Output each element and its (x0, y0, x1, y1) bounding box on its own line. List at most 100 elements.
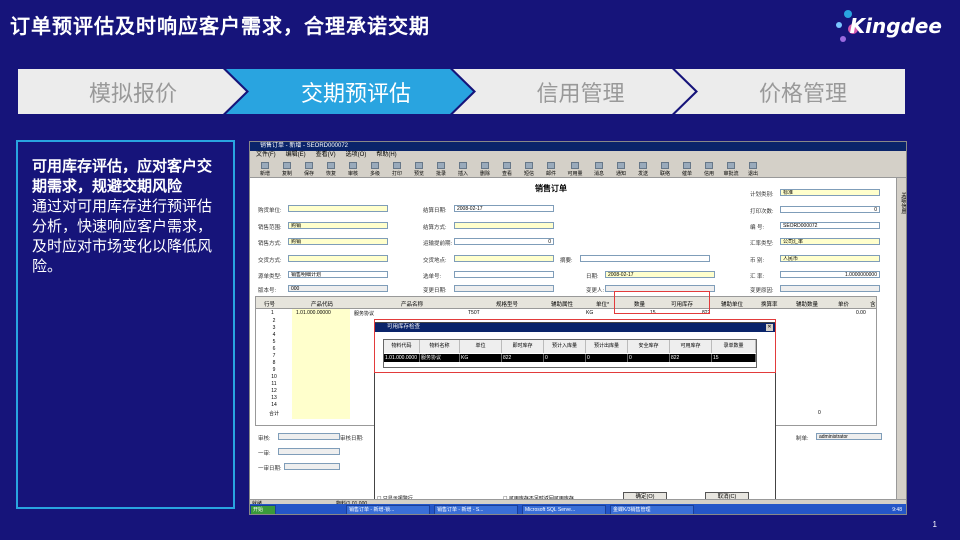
summary-label: 摘要: (560, 258, 573, 264)
col-line-no: 行号 (264, 302, 276, 308)
toolbar-multi[interactable]: 多级 (364, 160, 386, 177)
toolbar-new[interactable]: 新增 (254, 160, 276, 177)
grid-header: 行号 产品代码 产品名称 规格型号 辅助属性 单位* 数量 可用库存 辅助单位 … (256, 297, 876, 309)
deliver-days-label: 运输提前期: (423, 241, 453, 247)
select-field[interactable] (454, 271, 554, 278)
slide-title: 订单预评估及时响应客户需求，合理承诺交期 (10, 14, 430, 38)
col-price: 单价 (838, 302, 850, 308)
source-type-field[interactable]: 销售明细计划 (288, 271, 388, 278)
side-panel[interactable]: 关联信息 (896, 178, 906, 499)
row-number: 9 (272, 367, 276, 373)
toolbar-send[interactable]: 发送 (632, 160, 654, 177)
maker-label: 制单: (796, 436, 809, 442)
toolbar-contact[interactable]: 联络 (654, 160, 676, 177)
print-count-field[interactable]: 0 (780, 206, 880, 213)
date2-field[interactable]: 2008-02-17 (605, 271, 715, 278)
rate-type-field[interactable]: 公司汇率 (780, 238, 880, 245)
deliver-days-field[interactable]: 0 (454, 238, 554, 245)
toolbar-copy[interactable]: 复制 (276, 160, 298, 177)
summary-field[interactable] (580, 255, 710, 262)
auditor-field (278, 433, 340, 440)
table-row[interactable]: 1 1.01.000.00000 服务协议 T50T KG 15 822 0.0… (256, 310, 876, 317)
date-field[interactable]: 2008-02-17 (454, 205, 554, 212)
row-number: 13 (271, 395, 277, 401)
plan-type-field[interactable]: 标准 (780, 189, 880, 196)
toolbar-view[interactable]: 查看 (496, 160, 518, 177)
taskbar: 开始 销售订单 - 新增-锁... 销售订单 - 新增 - S... Micro… (250, 504, 906, 514)
maker-field: administrator (816, 433, 882, 440)
side-label: 关联信息 (900, 192, 906, 214)
toolbar-restore[interactable]: 恢复 (320, 160, 342, 177)
rate-field[interactable]: 1.0000000000 (780, 271, 880, 278)
deliver-place-label: 交货地点: (423, 258, 447, 264)
toolbar-delete[interactable]: 删除 (474, 160, 496, 177)
total-label: 合计 (268, 411, 279, 417)
task-item[interactable]: 销售订单 - 新增 - S... (434, 505, 518, 514)
step-mock-quote[interactable]: 模拟报价 (38, 69, 228, 114)
rate-type-label: 汇率类型: (750, 241, 774, 247)
buyer-label: 购货单位: (258, 208, 282, 214)
toolbar-notice[interactable]: 通知 (610, 160, 632, 177)
date2-label: 日期: (586, 274, 599, 280)
change-reason-label: 变更原因: (750, 288, 774, 294)
version-label: 版本号: (258, 288, 277, 294)
sales-range-field[interactable]: 购销 (288, 222, 388, 229)
dialog-highlight (374, 319, 776, 373)
first-audit-label: 一审: (258, 451, 271, 457)
row-number: 8 (272, 360, 276, 366)
menu-bar: 文件(F) 编辑(E) 查看(V) 选项(O) 帮助(H) (250, 151, 906, 160)
sales-range-label: 销售范围: (258, 225, 282, 231)
deliver-method-label: 交货方式: (258, 258, 282, 264)
menu-help[interactable]: 帮助(H) (376, 151, 396, 160)
description-panel: 可用库存评估，应对客户交期需求，规避交期风险 通过对可用库存进行预评估分析，快速… (16, 140, 235, 509)
row-number: 12 (271, 388, 277, 394)
toolbar-save[interactable]: 保存 (298, 160, 320, 177)
menu-options[interactable]: 选项(O) (346, 151, 367, 160)
number-label: 编 号: (750, 225, 765, 231)
col-conversion: 换算率 (761, 302, 778, 308)
window-title: 销售订单 - 新增 - SEORD000072 (250, 142, 906, 151)
menu-view[interactable]: 查看(V) (316, 151, 336, 160)
toolbar-preview[interactable]: 预览 (408, 160, 430, 177)
first-audit-date-field (284, 463, 340, 470)
process-steps: 模拟报价 交期预评估 信用管理 价格管理 (18, 69, 905, 114)
currency-field[interactable]: 人民币 (780, 255, 880, 262)
toolbar-remind[interactable]: 催单 (676, 160, 698, 177)
clock: 9:48 (892, 507, 902, 513)
task-item[interactable]: 金蝶K/3销售管理 (610, 505, 694, 514)
task-item[interactable]: 销售订单 - 新增-锁... (346, 505, 430, 514)
currency-label: 币 别: (750, 258, 765, 264)
deliver-method-field[interactable] (288, 255, 388, 262)
toolbar-audit[interactable]: 审核 (342, 160, 364, 177)
sales-method-field[interactable]: 购销 (288, 238, 388, 245)
col-product-name: 产品名称 (401, 302, 424, 308)
toolbar-credit[interactable]: 信用 (698, 160, 720, 177)
deliver-place-field[interactable] (454, 255, 554, 262)
buyer-field[interactable] (288, 205, 388, 212)
toolbar-availability[interactable]: 可用量 (562, 160, 588, 177)
number-field[interactable]: SEORD000072 (780, 222, 880, 229)
menu-file[interactable]: 文件(F) (256, 151, 276, 160)
toolbar-exit[interactable]: 退出 (742, 160, 764, 177)
toolbar-batch[interactable]: 批录 (430, 160, 452, 177)
erp-screenshot: 销售订单 - 新增 - SEORD000072 文件(F) 编辑(E) 查看(V… (249, 141, 907, 515)
row-number: 2 (272, 318, 276, 324)
step-credit-mgmt[interactable]: 信用管理 (483, 69, 678, 114)
toolbar-sms[interactable]: 短信 (518, 160, 540, 177)
audit-date-label: 审核日期: (340, 436, 364, 442)
toolbar-print[interactable]: 打印 (386, 160, 408, 177)
change-date-field (454, 285, 554, 292)
toolbar-workflow[interactable]: 审批流 (720, 160, 742, 177)
toolbar-insert[interactable]: 插入 (452, 160, 474, 177)
select-label: 选单号: (423, 274, 442, 280)
task-item[interactable]: Microsoft SQL Serve... (522, 505, 606, 514)
step-price-mgmt[interactable]: 价格管理 (703, 69, 903, 114)
print-count-label: 打印次数: (750, 209, 774, 215)
start-button[interactable]: 开始 (250, 505, 276, 514)
toolbar-message[interactable]: 消息 (588, 160, 610, 177)
menu-edit[interactable]: 编辑(E) (286, 151, 306, 160)
brand-name: Kingdee (849, 14, 942, 38)
settle-method-field[interactable] (454, 222, 554, 229)
step-delivery-eval[interactable]: 交期预评估 (256, 69, 456, 114)
toolbar-mail[interactable]: 邮件 (540, 160, 562, 177)
